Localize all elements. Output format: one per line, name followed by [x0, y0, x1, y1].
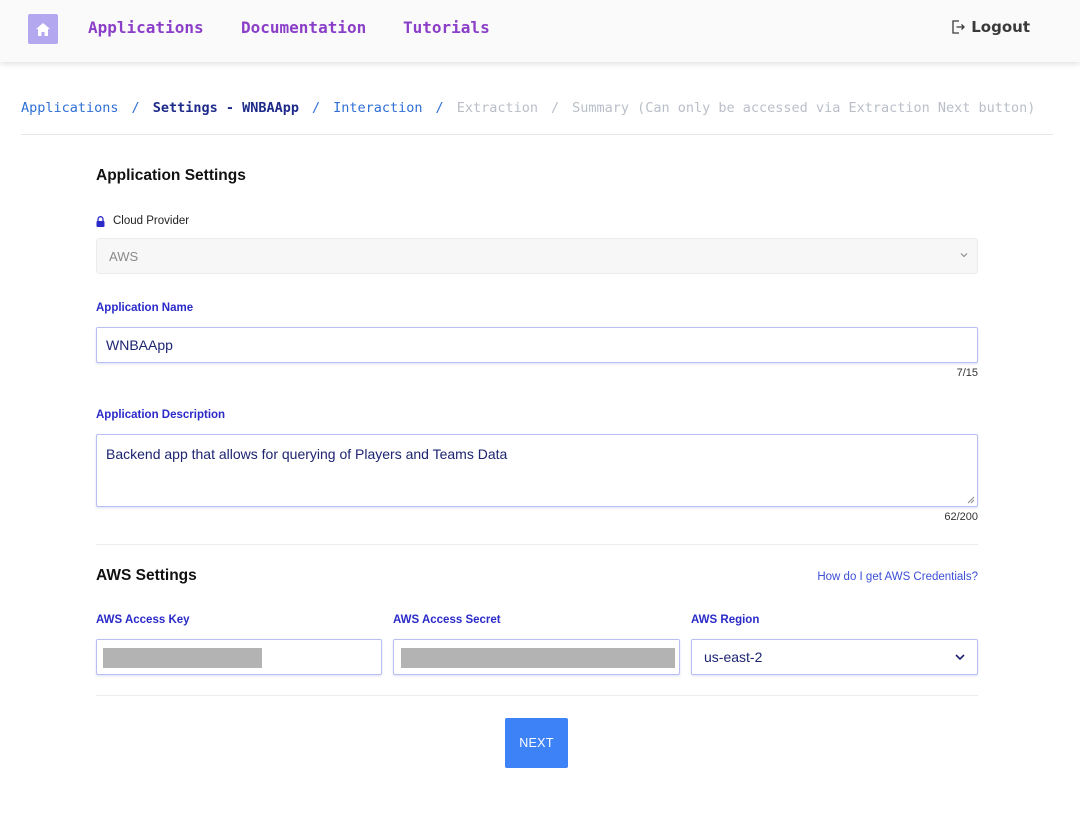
- breadcrumb-summary: Summary (Can only be accessed via Extrac…: [572, 100, 1036, 116]
- divider: [96, 695, 978, 696]
- chevron-down-icon: [960, 253, 968, 258]
- logout-label: Logout: [971, 18, 1030, 36]
- aws-region-label: AWS Region: [691, 614, 760, 626]
- chevron-down-icon: [955, 654, 965, 661]
- cloud-provider-label: Cloud Provider: [96, 215, 189, 227]
- breadcrumb-settings: Settings - WNBAApp: [152, 100, 299, 116]
- application-description-counter: 62/200: [944, 511, 978, 523]
- aws-access-secret-label: AWS Access Secret: [393, 614, 501, 626]
- aws-settings-title: AWS Settings: [96, 567, 197, 584]
- home-icon: [36, 22, 50, 36]
- logout-button[interactable]: Logout: [951, 18, 1030, 36]
- application-description-value: Backend app that allows for querying of …: [106, 446, 508, 462]
- divider: [96, 544, 978, 545]
- aws-access-secret-input[interactable]: [393, 639, 680, 675]
- redacted-value: [103, 648, 262, 668]
- nav-link-applications[interactable]: Applications: [88, 18, 204, 37]
- nav-link-documentation[interactable]: Documentation: [241, 18, 366, 37]
- breadcrumb-separator: /: [435, 100, 444, 116]
- cloud-provider-value: AWS: [109, 248, 139, 264]
- breadcrumb-extraction: Extraction: [456, 100, 538, 116]
- logout-icon: [952, 20, 966, 34]
- breadcrumb-separator: /: [312, 100, 321, 116]
- aws-access-key-label: AWS Access Key: [96, 614, 190, 626]
- breadcrumb: Applications / Settings - WNBAApp / Interact…: [21, 100, 1053, 135]
- aws-region-value: us-east-2: [704, 649, 763, 665]
- resize-handle-icon[interactable]: [967, 496, 975, 504]
- breadcrumb-applications[interactable]: Applications: [21, 100, 119, 116]
- home-button[interactable]: [28, 14, 58, 44]
- breadcrumb-separator: /: [550, 100, 560, 116]
- aws-access-key-input[interactable]: [96, 639, 382, 675]
- nav-link-tutorials[interactable]: Tutorials: [403, 18, 490, 37]
- application-name-value: WNBAApp: [106, 337, 173, 353]
- application-name-label: Application Name: [96, 302, 194, 314]
- redacted-value: [401, 648, 675, 668]
- application-description-label: Application Description: [96, 409, 226, 421]
- next-button[interactable]: NEXT: [505, 718, 568, 768]
- cloud-provider-select: AWS: [96, 238, 978, 274]
- cloud-provider-label-text: Cloud Provider: [113, 215, 190, 227]
- aws-credentials-help-link[interactable]: How do I get AWS Credentials?: [817, 571, 978, 583]
- breadcrumb-separator: /: [131, 100, 140, 116]
- aws-region-select[interactable]: us-east-2: [691, 639, 978, 675]
- application-description-textarea[interactable]: Backend app that allows for querying of …: [96, 434, 978, 507]
- application-settings-title: Application Settings: [96, 167, 246, 184]
- lock-icon: [96, 215, 105, 227]
- application-name-input[interactable]: WNBAApp: [96, 327, 978, 363]
- top-nav: Applications Documentation Tutorials Log…: [0, 0, 1080, 62]
- breadcrumb-interaction[interactable]: Interaction: [333, 100, 422, 116]
- application-name-counter: 7/15: [956, 367, 978, 379]
